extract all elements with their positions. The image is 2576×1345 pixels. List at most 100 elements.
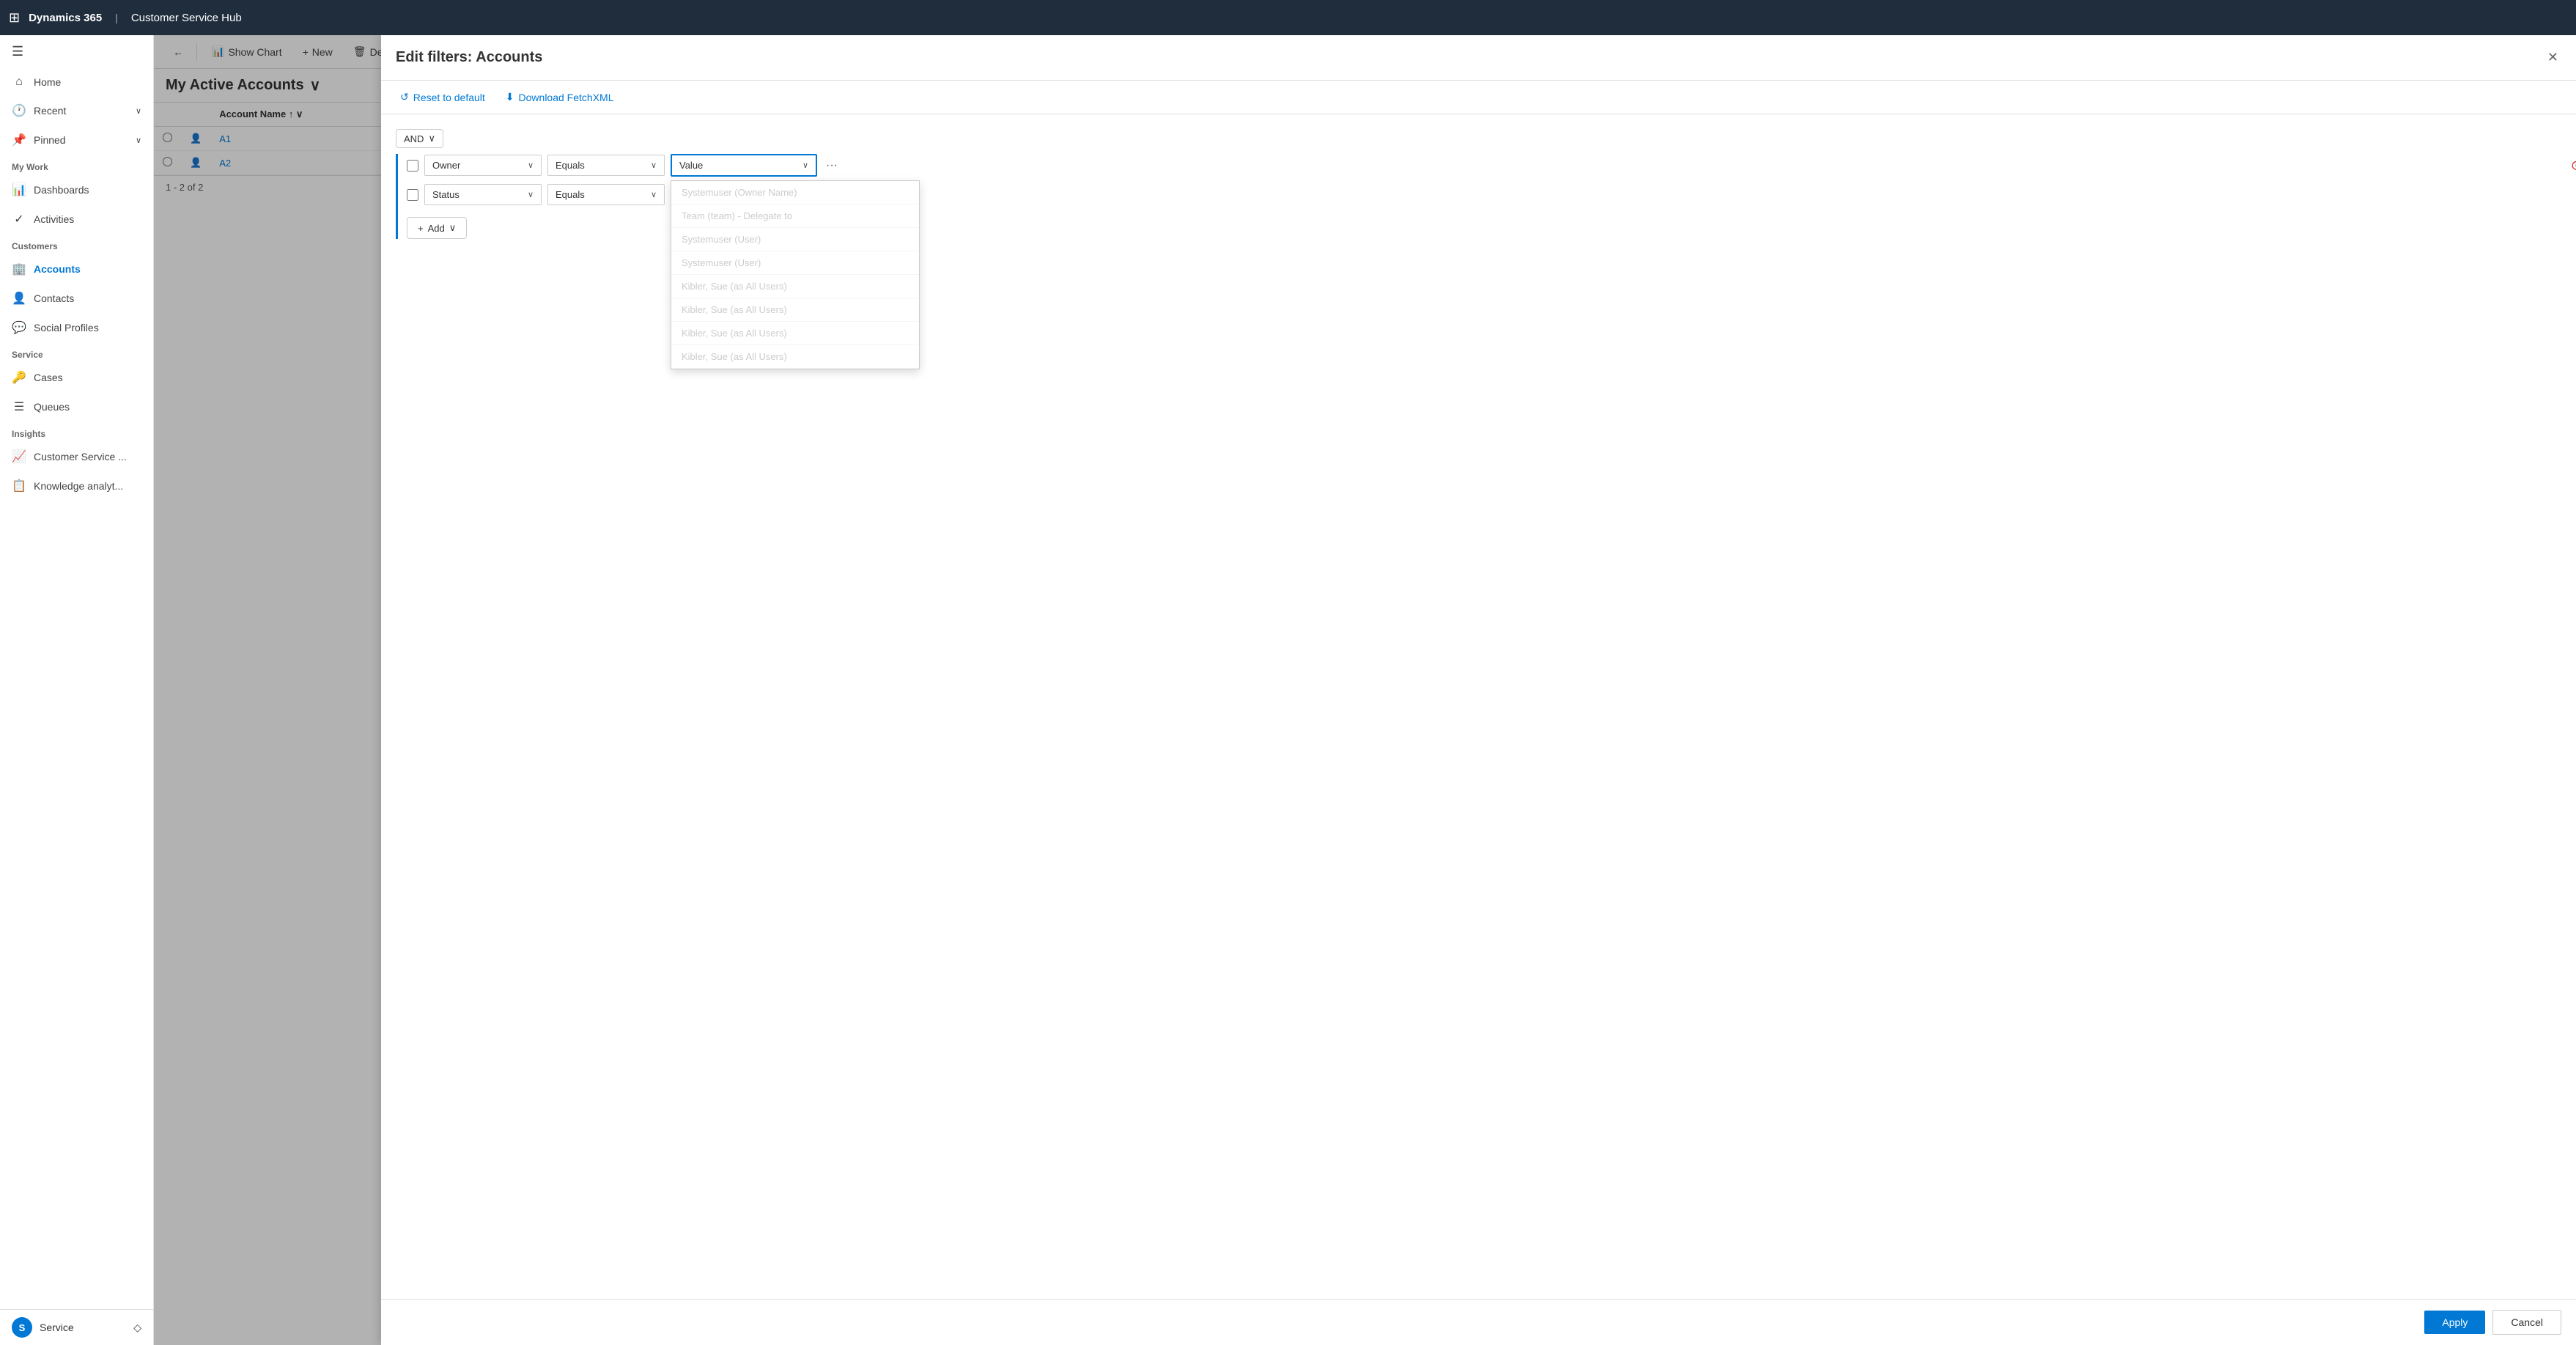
sidebar-item-cases[interactable]: 🔑 Cases: [0, 363, 153, 392]
filter-row-2-checkbox[interactable]: [407, 189, 418, 201]
app-name: Dynamics 365: [29, 12, 102, 24]
chevron-down-icon: ∨: [651, 190, 657, 199]
chevron-down-icon: ∨: [528, 161, 534, 170]
hub-name: Customer Service Hub: [131, 12, 242, 24]
section-label-customers: Customers: [0, 234, 153, 254]
filter-value-selector[interactable]: Value ∨: [671, 154, 817, 177]
home-icon: ⌂: [12, 75, 26, 89]
queues-icon: ☰: [12, 399, 26, 414]
chevron-down-icon: ∨: [136, 136, 141, 145]
sidebar-item-label: Pinned: [34, 134, 66, 146]
value-dropdown: Systemuser (Owner Name) Team (team) - De…: [671, 180, 920, 369]
sidebar-item-label: Home: [34, 76, 61, 88]
app-header: ⊞ Dynamics 365 | Customer Service Hub: [0, 0, 2576, 35]
filter-more-button-1[interactable]: ···: [823, 156, 841, 175]
section-label-service: Service: [0, 342, 153, 363]
accounts-icon: 🏢: [12, 262, 26, 276]
value-select-container: Value ∨ Systemuser (Owner Name) Team (te…: [671, 154, 817, 177]
dropdown-item-1[interactable]: Team (team) - Delegate to: [671, 204, 919, 228]
sidebar-item-social-profiles[interactable]: 💬 Social Profiles: [0, 313, 153, 342]
filter-operator-equals-1[interactable]: Equals ∨: [547, 155, 665, 176]
reset-icon: ↺: [400, 91, 409, 103]
hamburger-button[interactable]: ☰: [0, 35, 153, 68]
section-label-insights: Insights: [0, 421, 153, 442]
sidebar-item-accounts[interactable]: 🏢 Accounts: [0, 254, 153, 284]
add-dropdown-arrow: ∨: [449, 222, 457, 234]
chevron-down-icon: ∨: [528, 190, 534, 199]
sidebar-item-activities[interactable]: ✓ Activities: [0, 204, 153, 234]
download-label: Download FetchXML: [519, 92, 614, 103]
sidebar-item-label: Knowledge analyt...: [34, 480, 123, 492]
and-label: AND: [404, 133, 424, 144]
sidebar-item-label: Activities: [34, 213, 74, 225]
apply-button[interactable]: Apply: [2424, 1311, 2485, 1334]
sidebar-item-label: Social Profiles: [34, 322, 99, 334]
pin-icon: 📌: [12, 133, 26, 147]
social-profiles-icon: 💬: [12, 320, 26, 335]
sidebar-item-label: Queues: [34, 401, 70, 413]
waffle-icon[interactable]: ⊞: [9, 10, 20, 26]
expand-icon: ◇: [133, 1322, 141, 1334]
activities-icon: ✓: [12, 212, 26, 226]
section-label-mywork: My Work: [0, 155, 153, 175]
sidebar-item-label: Contacts: [34, 292, 74, 304]
sidebar-item-pinned[interactable]: 📌 Pinned ∨: [0, 125, 153, 155]
cases-icon: 🔑: [12, 370, 26, 385]
dropdown-item-5[interactable]: Kibler, Sue (as All Users): [671, 298, 919, 322]
sidebar-item-recent[interactable]: 🕐 Recent ∨: [0, 96, 153, 125]
sidebar: ☰ ⌂ Home 🕐 Recent ∨ 📌 Pinned ∨ My Work 📊…: [0, 35, 154, 1345]
reset-label: Reset to default: [413, 92, 485, 103]
sidebar-footer[interactable]: S Service ◇: [0, 1309, 153, 1345]
modal-footer: Apply Cancel: [381, 1299, 2576, 1345]
sidebar-item-dashboards[interactable]: 📊 Dashboards: [0, 175, 153, 204]
sidebar-item-label: Customer Service ...: [34, 451, 127, 463]
sidebar-item-label: Cases: [34, 372, 63, 383]
dropdown-item-6[interactable]: Kibler, Sue (as All Users): [671, 322, 919, 345]
dropdown-item-0[interactable]: Systemuser (Owner Name): [671, 181, 919, 204]
avatar: S: [12, 1317, 32, 1338]
modal-header: Edit filters: Accounts ✕: [381, 35, 2576, 81]
modal-title: Edit filters: Accounts: [396, 49, 542, 66]
reset-button[interactable]: ↺ Reset to default: [396, 88, 490, 106]
sidebar-item-queues[interactable]: ☰ Queues: [0, 392, 153, 421]
filter-operator-equals-2[interactable]: Equals ∨: [547, 184, 665, 205]
modal-body: AND ∨ Owner ∨ Equals ∨: [381, 114, 2576, 1299]
dropdown-item-7[interactable]: Kibler, Sue (as All Users): [671, 345, 919, 369]
modal-overlay: Edit filters: Accounts ✕ ↺ Reset to defa…: [154, 35, 2576, 1345]
modal-actions-bar: ↺ Reset to default ⬇ Download FetchXML: [381, 81, 2576, 114]
dashboards-icon: 📊: [12, 183, 26, 197]
dropdown-item-4[interactable]: Kibler, Sue (as All Users): [671, 275, 919, 298]
chevron-down-icon: ∨: [651, 161, 657, 170]
sidebar-item-knowledge[interactable]: 📋 Knowledge analyt...: [0, 471, 153, 501]
filter-field-status[interactable]: Status ∨: [424, 184, 542, 205]
modal-close-button[interactable]: ✕: [2544, 47, 2561, 68]
sidebar-item-label: Dashboards: [34, 184, 89, 196]
customer-service-icon: 📈: [12, 449, 26, 464]
cancel-button[interactable]: Cancel: [2492, 1310, 2561, 1335]
dropdown-item-2[interactable]: Systemuser (User): [671, 228, 919, 251]
dropdown-item-3[interactable]: Systemuser (User): [671, 251, 919, 275]
sidebar-footer-label: Service: [40, 1322, 74, 1333]
sidebar-item-label: Accounts: [34, 263, 81, 275]
sidebar-item-customer-service[interactable]: 📈 Customer Service ...: [0, 442, 153, 471]
plus-icon: +: [418, 223, 424, 234]
sidebar-item-home[interactable]: ⌂ Home: [0, 68, 153, 96]
error-indicator: ⊙: [2571, 158, 2576, 173]
download-fetchxml-button[interactable]: ⬇ Download FetchXML: [501, 88, 619, 106]
recent-icon: 🕐: [12, 103, 26, 118]
contacts-icon: 👤: [12, 291, 26, 306]
sidebar-item-label: Recent: [34, 105, 66, 117]
add-condition-button[interactable]: + Add ∨: [407, 217, 467, 239]
header-divider: |: [115, 12, 118, 23]
filter-field-owner[interactable]: Owner ∨: [424, 155, 542, 176]
sidebar-item-contacts[interactable]: 👤 Contacts: [0, 284, 153, 313]
and-dropdown-arrow: ∨: [428, 133, 435, 144]
filter-row-1: Owner ∨ Equals ∨ Value ∨ S: [407, 154, 2561, 177]
filter-group: Owner ∨ Equals ∨ Value ∨ S: [396, 154, 2561, 239]
modal-spacer: [154, 35, 381, 1345]
error-icon: ⊙: [2571, 158, 2576, 172]
and-operator-badge[interactable]: AND ∨: [396, 129, 443, 148]
chevron-down-icon: ∨: [802, 161, 808, 170]
chevron-down-icon: ∨: [136, 106, 141, 116]
filter-row-1-checkbox[interactable]: [407, 160, 418, 172]
